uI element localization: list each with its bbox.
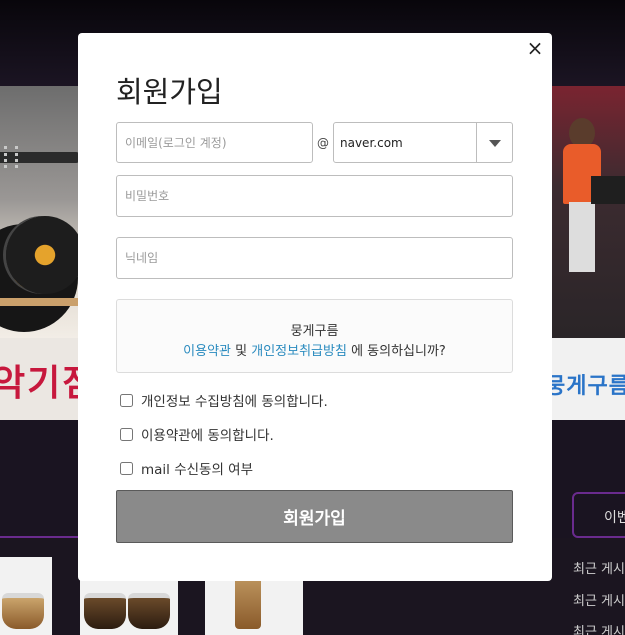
music-stand-image [591,176,625,204]
left-banner[interactable]: 악기점 [0,86,78,420]
performer-legs-image [569,202,595,272]
left-banner-text: 악기점 [0,363,78,404]
password-input[interactable] [116,175,513,217]
agreement-notice: 뭉게구름 이용약관 및 개인정보취급방침 에 동의하십니까? [116,299,513,373]
email-input[interactable] [116,122,313,163]
chevron-down-icon[interactable] [476,123,512,162]
product-thumbnail[interactable] [0,557,52,635]
privacy-consent-row[interactable]: 개인정보 수집방침에 동의합니다. [120,390,328,410]
terms-link[interactable]: 이용약관 [183,344,231,359]
nickname-input[interactable] [116,237,513,279]
email-domain-value: naver.com [340,136,403,150]
privacy-policy-link[interactable]: 개인정보취급방침 [251,344,347,359]
bongo-drum-image [128,593,170,629]
at-symbol: @ [317,136,329,150]
privacy-consent-checkbox[interactable] [120,393,133,407]
terms-consent-row[interactable]: 이용약관에 동의합니다. [120,424,274,444]
vinyl-record-image [6,216,78,294]
shelf-image [0,298,78,306]
right-banner[interactable]: 뭉게구름 [551,86,625,420]
mail-consent-checkbox[interactable] [120,461,133,475]
recent-post-link[interactable]: 최근 게시 [573,558,625,577]
agreement-question: 이용약관 및 개인정보취급방침 에 동의하십니까? [117,340,512,359]
modal-title: 회원가입 [116,75,223,109]
terms-consent-checkbox[interactable] [120,427,133,441]
event-button[interactable]: 이벤 [572,492,625,538]
guitar-pegs-image [4,146,18,168]
signup-modal: × 회원가입 @ naver.com 뭉게구름 이용약관 및 개인정보취급방침 … [78,33,552,581]
agreement-question-text: 에 동의하십니까? [346,344,446,359]
recent-post-link[interactable]: 최근 게시 [573,621,625,635]
right-banner-text: 뭉게구름 [551,374,625,399]
agreement-connector: 및 [231,344,252,359]
email-domain-select[interactable]: naver.com [333,122,513,163]
agreement-site-name: 뭉게구름 [290,324,339,339]
terms-consent-label: 이용약관에 동의합니다. [141,428,274,444]
bongo-drum-image [2,593,44,629]
bongo-drum-image [84,593,126,629]
mail-consent-row[interactable]: mail 수신동의 여부 [120,458,253,478]
close-button[interactable]: × [526,38,544,58]
recent-post-link[interactable]: 최근 게시 [573,590,625,609]
mail-consent-label: mail 수신동의 여부 [141,462,254,478]
privacy-consent-label: 개인정보 수집방침에 동의합니다. [141,394,328,410]
signup-submit-button[interactable]: 회원가입 [116,490,513,543]
